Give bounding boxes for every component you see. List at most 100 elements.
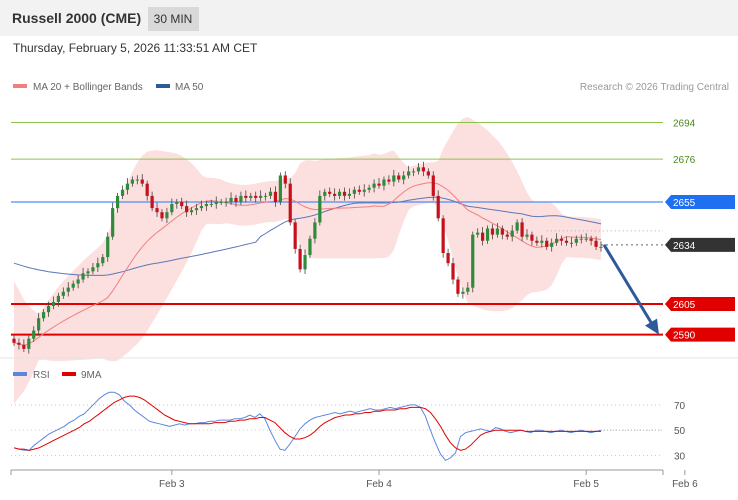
candle-body — [416, 167, 421, 172]
candle-body — [495, 228, 500, 235]
candle-body — [234, 197, 238, 202]
legend-ma50-label: MA 50 — [175, 82, 204, 93]
candle-body — [446, 253, 450, 264]
candle-body — [254, 195, 258, 198]
candle-body — [490, 228, 495, 235]
candle-body — [293, 222, 297, 249]
candle-body — [175, 202, 179, 205]
candle-body — [41, 312, 46, 319]
candle-body — [229, 197, 233, 202]
candle-body — [476, 232, 480, 235]
candle-body — [313, 222, 317, 239]
candle-body — [387, 179, 391, 182]
datetime-label: Thursday, February 5, 2026 11:33:51 AM C… — [13, 41, 258, 55]
candle-body — [342, 191, 347, 196]
candle-body — [540, 240, 544, 243]
candle-body — [214, 202, 218, 205]
candle-body — [283, 175, 287, 184]
candle-body — [574, 238, 578, 243]
candle-body — [12, 338, 16, 343]
candle-body — [589, 238, 593, 241]
candle-body — [111, 208, 115, 237]
level-label-2655: 2655 — [673, 198, 696, 209]
rsi-line — [13, 391, 602, 462]
candle-body — [411, 171, 416, 173]
level-label-2634: 2634 — [673, 241, 696, 252]
candle-body — [426, 171, 430, 176]
price-plot: 2694 2676 2655 2634 2605 2590 — [11, 116, 735, 404]
level-label-2590: 2590 — [673, 331, 696, 342]
timeframe-label: 30 MIN — [154, 12, 193, 26]
candle-body — [559, 238, 564, 241]
candle-body — [244, 195, 248, 198]
candle-body — [579, 238, 583, 240]
candle-body — [352, 189, 356, 194]
candle-body — [268, 191, 273, 196]
candle-body — [407, 171, 411, 176]
candle-body — [273, 191, 278, 202]
candle-body — [56, 295, 60, 302]
candle-body — [357, 189, 361, 192]
candle-body — [125, 183, 130, 190]
candle-body — [298, 248, 302, 270]
rsi-tick-label-30: 30 — [674, 451, 686, 462]
candle-body — [397, 175, 401, 180]
candle-body — [505, 234, 509, 237]
candle-body — [51, 301, 56, 307]
candle-body — [145, 183, 149, 196]
candle-body — [61, 291, 65, 296]
legend-rsi-swatch — [13, 372, 27, 376]
candle-body — [135, 179, 139, 181]
candle-body — [115, 195, 120, 209]
candle-body — [76, 279, 80, 284]
instrument-title: Russell 2000 (CME) — [12, 10, 141, 26]
credit-label: Research © 2026 Trading Central — [580, 82, 729, 93]
candle-body — [278, 175, 282, 202]
candle-body — [150, 195, 154, 209]
chart-canvas: Russell 2000 (CME) 30 MIN Thursday, Febr… — [0, 0, 738, 490]
candle-body — [259, 195, 263, 198]
x-axis: Feb 3 Feb 4 Feb 5 Feb 6 — [10, 470, 698, 490]
candle-body — [165, 212, 169, 219]
legend-ma20-swatch — [13, 84, 27, 88]
x-tick-label: Feb 6 — [672, 479, 698, 490]
candle-body — [37, 318, 41, 331]
candle-body — [219, 202, 223, 203]
candle-body — [81, 273, 85, 280]
candle-body — [160, 212, 164, 219]
rsi-9ma-line — [13, 395, 601, 451]
candle-body — [224, 202, 228, 203]
legend-9ma-swatch — [62, 372, 76, 376]
candle-body — [382, 179, 386, 186]
candle-body — [308, 238, 312, 256]
candle-body — [564, 240, 569, 243]
candle-body — [436, 195, 440, 219]
candle-body — [510, 230, 514, 237]
candle-body — [120, 189, 125, 196]
candle-body — [594, 240, 598, 247]
candle-body — [155, 208, 159, 213]
candle-body — [555, 238, 559, 243]
rsi-tick-label-70: 70 — [674, 401, 686, 412]
candle-body — [170, 204, 174, 213]
candle-body — [185, 206, 189, 213]
candle-body — [140, 179, 144, 184]
rsi-tick-label-50: 50 — [674, 426, 686, 437]
candle-body — [96, 263, 100, 268]
candle-body — [209, 204, 213, 206]
level-label-2605: 2605 — [673, 300, 696, 311]
candle-body — [461, 291, 465, 294]
rsi-plot: 30 50 70 — [11, 391, 686, 462]
candle-body — [32, 330, 36, 339]
candle-body — [318, 195, 322, 223]
candle-body — [71, 283, 75, 288]
candle-body — [569, 242, 574, 244]
legend-ma20-label: MA 20 + Bollinger Bands — [33, 82, 143, 93]
candle-body — [303, 255, 307, 270]
candle-body — [333, 193, 337, 196]
legend-rsi-label: RSI — [33, 370, 50, 381]
candle-body — [550, 242, 554, 247]
candle-body — [362, 189, 366, 192]
candle-body — [535, 240, 539, 243]
candle-body — [367, 187, 371, 190]
